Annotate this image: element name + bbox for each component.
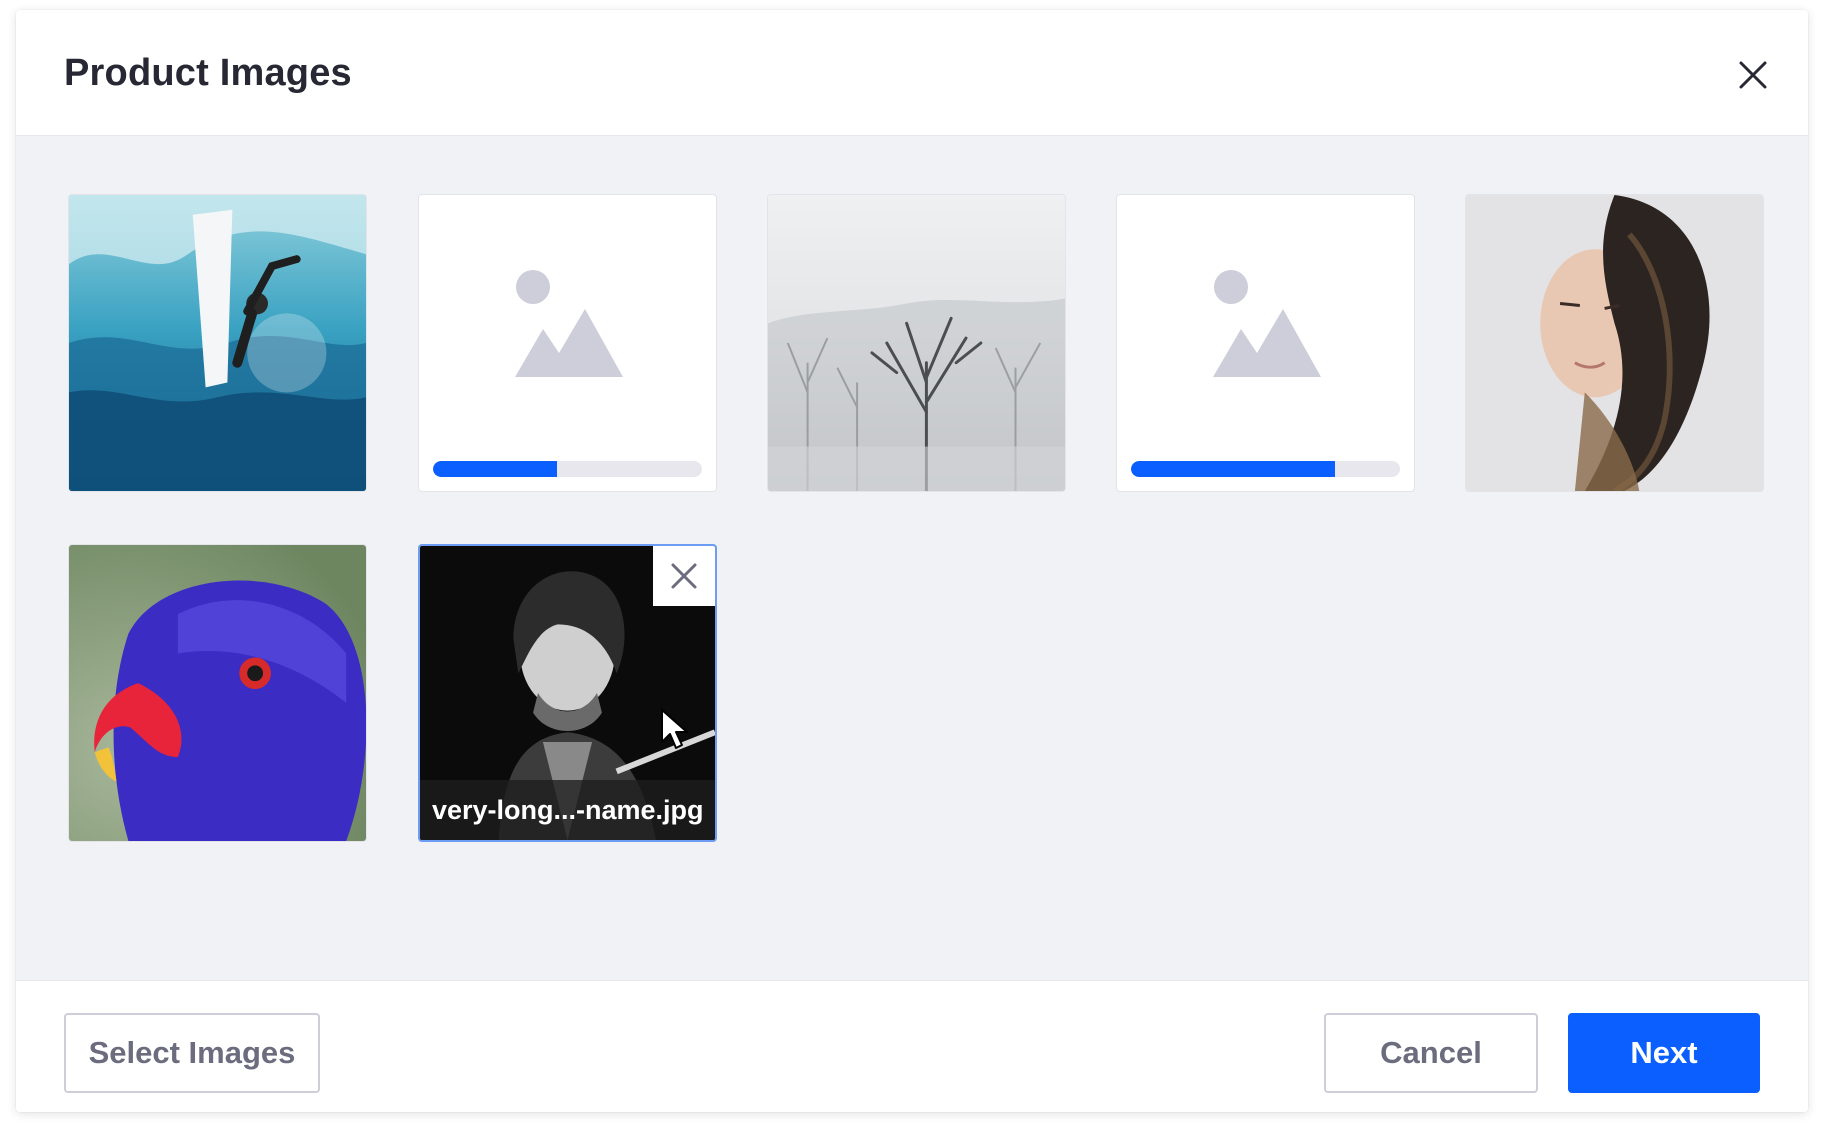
close-icon xyxy=(1739,61,1767,89)
image-card-forest[interactable] xyxy=(767,194,1066,492)
upload-progress-fill xyxy=(1131,461,1336,477)
modal-footer: Select Images Cancel Next xyxy=(16,980,1808,1112)
parrot-image xyxy=(69,545,366,841)
woman-image xyxy=(1466,195,1763,491)
image-card-woman[interactable] xyxy=(1465,194,1764,492)
upload-progress-fill xyxy=(433,461,557,477)
upload-progress-bar xyxy=(433,461,702,477)
image-card-surfer[interactable] xyxy=(68,194,367,492)
select-images-button[interactable]: Select Images xyxy=(64,1013,320,1093)
image-gallery: very-long...-name.jpg xyxy=(16,136,1808,980)
image-card-parrot[interactable] xyxy=(68,544,367,842)
modal-header: Product Images xyxy=(16,10,1808,136)
next-button[interactable]: Next xyxy=(1568,1013,1760,1093)
modal-close-button[interactable] xyxy=(1728,50,1778,100)
product-images-modal: Product Images very-long...-name.jpg Sel… xyxy=(16,10,1808,1112)
image-card-uploading-1[interactable] xyxy=(418,194,717,492)
remove-image-button[interactable] xyxy=(653,546,715,606)
upload-progress-bar xyxy=(1131,461,1400,477)
image-placeholder-icon xyxy=(515,270,623,377)
close-icon xyxy=(671,563,697,589)
image-placeholder-icon xyxy=(1213,270,1321,377)
mouse-pointer-icon xyxy=(661,709,688,749)
image-card-uploading-2[interactable] xyxy=(1116,194,1415,492)
surfer-image xyxy=(69,195,366,491)
cancel-button[interactable]: Cancel xyxy=(1324,1013,1538,1093)
image-filename: very-long...-name.jpg xyxy=(420,780,715,840)
image-card-guitarist[interactable]: very-long...-name.jpg xyxy=(418,544,717,842)
modal-title: Product Images xyxy=(64,52,352,94)
forest-image xyxy=(768,195,1065,491)
